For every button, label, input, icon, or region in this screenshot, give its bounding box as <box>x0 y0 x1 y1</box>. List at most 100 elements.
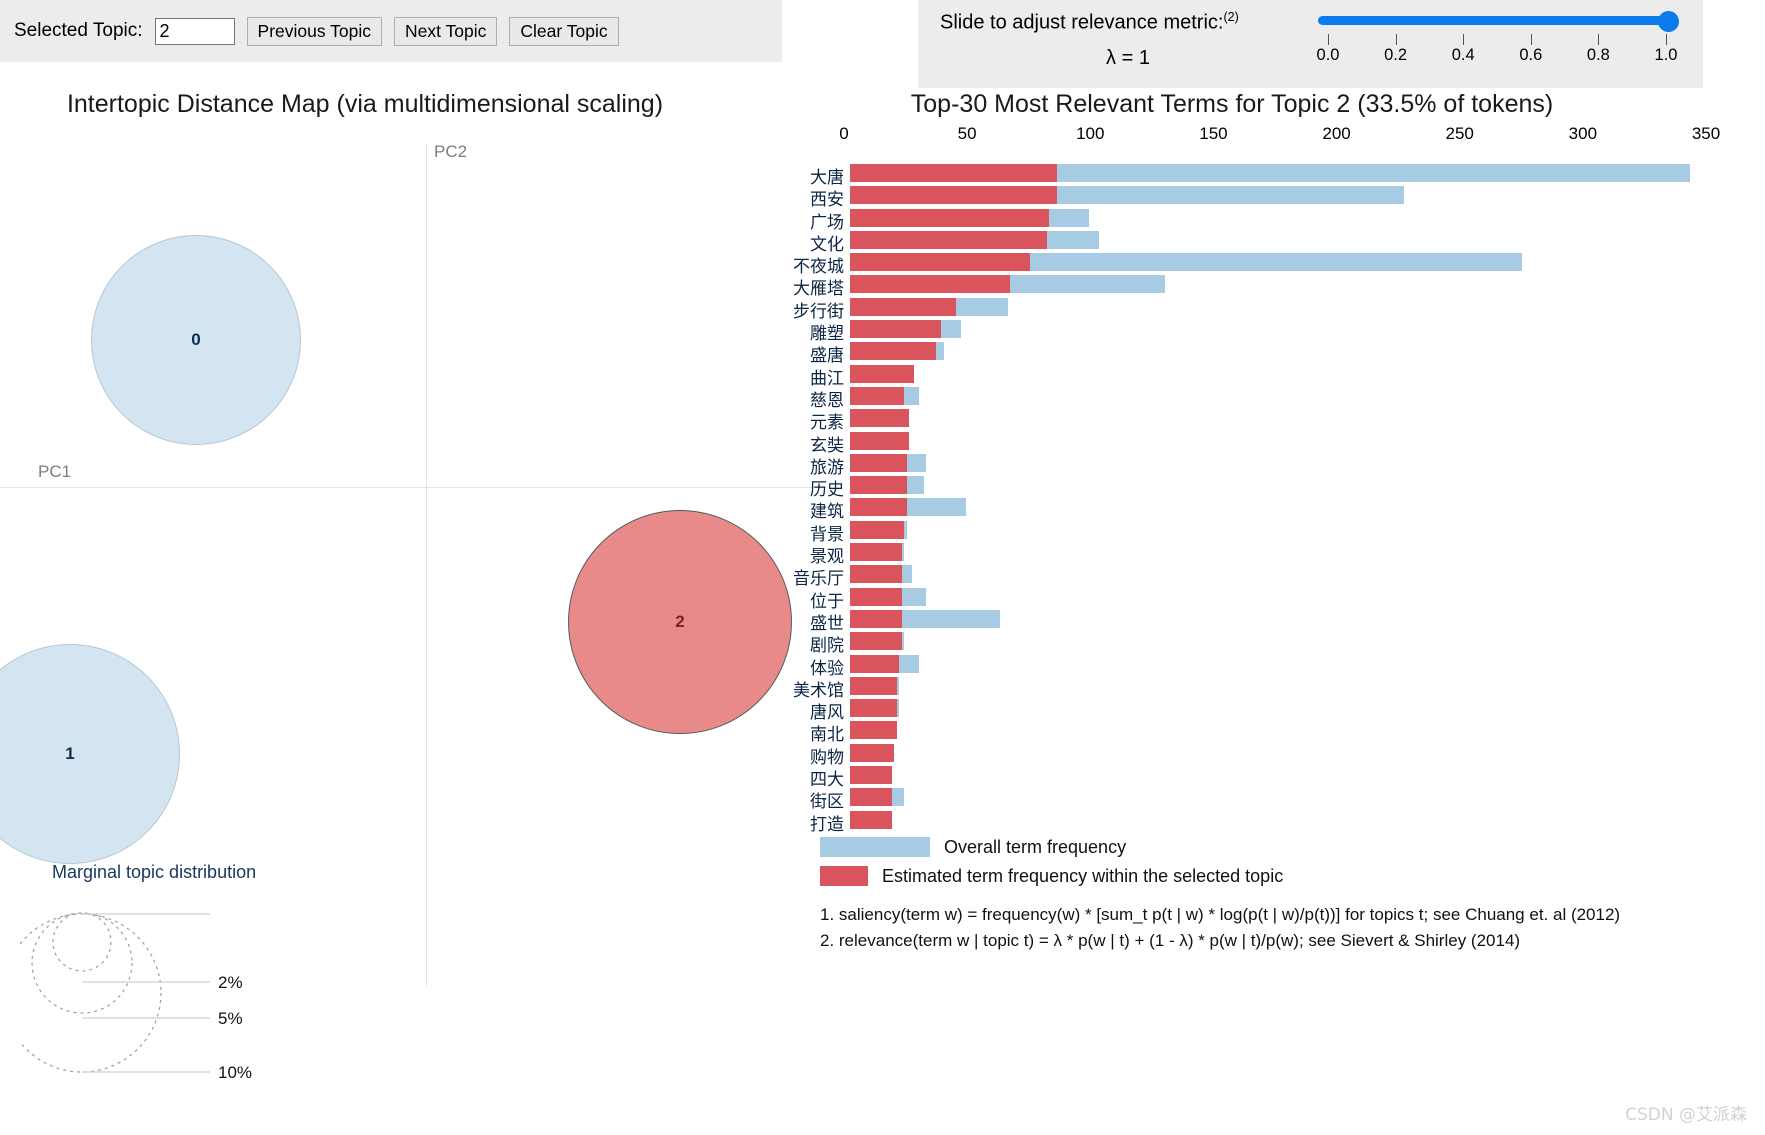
intertopic-distance-map-panel: Intertopic Distance Map (via multidimens… <box>0 62 826 1135</box>
bar-row[interactable]: 盛唐 <box>782 340 1765 366</box>
bar-row[interactable]: 景观 <box>782 541 1765 567</box>
marginal-circle-2pct <box>52 912 112 972</box>
bar-estimated-frequency <box>850 386 905 405</box>
slider-caption: Slide to adjust relevance metric:(2) <box>940 10 1290 35</box>
marginal-label-10pct: 10% <box>218 1063 252 1082</box>
bar-row[interactable]: 大唐 <box>782 162 1765 188</box>
pc2-axis-label: PC2 <box>434 142 468 161</box>
term-label-cell: 建筑 <box>782 496 844 522</box>
topic-circle-0[interactable]: 0 <box>91 235 301 445</box>
slider-tick-0.6 <box>1530 34 1532 45</box>
bar-row[interactable]: 背景 <box>782 519 1765 545</box>
intertopic-map-title: Intertopic Distance Map (via multidimens… <box>66 90 664 118</box>
slider-caption-text: Slide to adjust relevance metric: <box>940 11 1224 34</box>
bar-row[interactable]: 建筑 <box>782 496 1765 522</box>
term-label-cell: 广场 <box>782 207 844 233</box>
marginal-label-5pct: 5% <box>218 1009 243 1028</box>
term-label-cell: 剧院 <box>782 630 844 656</box>
bar-row[interactable]: 历史 <box>782 474 1765 500</box>
bar-row[interactable]: 南北 <box>782 719 1765 745</box>
bar-row[interactable]: 唐风 <box>782 697 1765 723</box>
x-tick-label-200: 200 <box>1322 124 1351 143</box>
footnote-saliency: 1. saliency(term w) = frequency(w) * [su… <box>820 905 1621 924</box>
bar-row[interactable]: 文化 <box>782 229 1765 255</box>
x-tick-label-0: 0 <box>839 124 849 143</box>
bar-estimated-frequency <box>850 609 902 628</box>
topic-circle-2[interactable]: 2 <box>568 510 792 734</box>
bar-row[interactable]: 旅游 <box>782 452 1765 478</box>
topic-circle-label-0: 0 <box>191 330 201 349</box>
bar-row[interactable]: 广场 <box>782 207 1765 233</box>
barchart-bars: 大唐 西安 广场 文化 不夜城 大雁塔 步行街 雕塑 盛唐 曲江 慈恩 元素 玄奘 旅游 历史 建筑 背景 景观音… <box>782 162 1765 835</box>
term-label-cell: 唐风 <box>782 697 844 723</box>
bar-estimated-frequency <box>850 654 900 673</box>
term-label-cell: 不夜城 <box>782 251 844 277</box>
barchart-x-axis: 0 50 100 150 200 250 300 350 <box>782 124 1765 150</box>
bar-row[interactable]: 雕塑 <box>782 318 1765 344</box>
term-label-cell: 步行街 <box>782 296 844 322</box>
marginal-distribution-title: Marginal topic distribution <box>52 862 257 882</box>
bar-row[interactable]: 步行街 <box>782 296 1765 322</box>
pc1-axis-label: PC1 <box>38 462 72 481</box>
term-label-cell: 文化 <box>782 229 844 255</box>
bar-estimated-frequency <box>850 476 907 495</box>
bar-row[interactable]: 美术馆 <box>782 675 1765 701</box>
legend-label-estimated: Estimated term frequency within the sele… <box>882 865 1284 886</box>
bar-row[interactable]: 曲江 <box>782 363 1765 389</box>
bar-row[interactable]: 打造 <box>782 809 1765 835</box>
x-tick-label-350: 350 <box>1691 124 1721 143</box>
bar-row[interactable]: 剧院 <box>782 630 1765 656</box>
bar-row[interactable]: 元素 <box>782 407 1765 433</box>
bar-estimated-frequency <box>850 788 892 807</box>
marginal-leaders <box>82 981 210 1073</box>
x-tick-label-250: 250 <box>1445 124 1474 143</box>
bar-row[interactable]: 位于 <box>782 586 1765 612</box>
slider-caption-superscript: (2) <box>1223 10 1239 24</box>
term-label-cell: 旅游 <box>782 452 844 478</box>
bar-estimated-frequency <box>850 453 907 472</box>
top-terms-barchart-panel: Top-30 Most Relevant Terms for Topic 2 (… <box>782 62 1765 1135</box>
pc1-axis-line <box>0 487 826 488</box>
topic-circle-label-2: 2 <box>675 612 685 631</box>
bar-estimated-frequency <box>850 520 905 539</box>
bar-row[interactable]: 西安 <box>782 184 1765 210</box>
previous-topic-button[interactable]: Previous Topic <box>246 16 383 46</box>
next-topic-button[interactable]: Next Topic <box>394 16 498 46</box>
bar-estimated-frequency <box>850 699 897 718</box>
bar-row[interactable]: 购物 <box>782 742 1765 768</box>
term-label-cell: 元素 <box>782 407 844 433</box>
bar-estimated-frequency <box>850 498 907 517</box>
slider-track[interactable] <box>1318 16 1676 25</box>
topic-control-bar: Selected Topic: Previous Topic Next Topi… <box>0 0 782 62</box>
bar-estimated-frequency <box>850 632 902 651</box>
clear-topic-button[interactable]: Clear Topic <box>509 16 619 46</box>
bar-row[interactable]: 玄奘 <box>782 430 1765 456</box>
bar-estimated-frequency <box>850 810 892 829</box>
legend-swatch-overall <box>820 837 930 857</box>
topic-circle-1[interactable]: 1 <box>0 644 180 864</box>
bar-row[interactable]: 四大 <box>782 764 1765 790</box>
marginal-distribution-legend: 2% 5% 10% <box>20 912 252 1082</box>
bar-row[interactable]: 慈恩 <box>782 385 1765 411</box>
bar-row[interactable]: 盛世 <box>782 608 1765 634</box>
slider-tick-0.2 <box>1395 34 1397 45</box>
bar-row[interactable]: 不夜城 <box>782 251 1765 277</box>
pc2-axis-line <box>426 144 427 986</box>
term-label-cell: 音乐厅 <box>782 563 844 589</box>
slider-tick-1.0 <box>1666 34 1667 45</box>
x-tick-label-150: 150 <box>1199 124 1228 143</box>
bar-estimated-frequency <box>850 342 937 361</box>
selected-topic-input[interactable] <box>154 17 235 45</box>
marginal-circle-10pct <box>20 913 162 1073</box>
topic-circle-label-1: 1 <box>65 744 75 763</box>
bar-row[interactable]: 街区 <box>782 786 1765 812</box>
bar-estimated-frequency <box>850 543 902 562</box>
term-label-cell: 打造 <box>782 809 844 835</box>
slider-handle[interactable] <box>1658 11 1679 32</box>
bar-row[interactable]: 音乐厅 <box>782 563 1765 589</box>
bar-row[interactable]: 大雁塔 <box>782 273 1765 299</box>
bar-estimated-frequency <box>850 431 910 450</box>
term-label-cell: 背景 <box>782 519 844 545</box>
bar-row[interactable]: 体验 <box>782 653 1765 679</box>
legend-row-overall: Overall term frequency <box>820 834 1750 860</box>
